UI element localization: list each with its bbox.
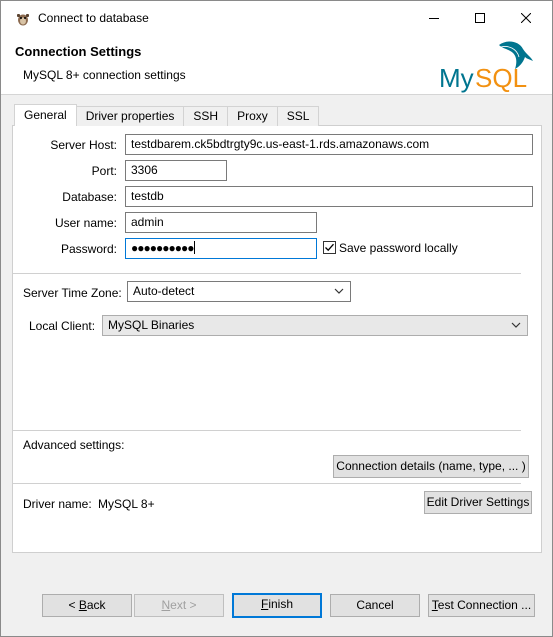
password-input[interactable]: ●●●●●●●●●●: [125, 238, 317, 259]
maximize-icon: [475, 13, 485, 23]
port-input[interactable]: 3306: [125, 160, 227, 181]
advanced-settings-label: Advanced settings:: [23, 438, 125, 452]
driver-name-label: Driver name:: [23, 497, 92, 511]
close-button[interactable]: [503, 1, 549, 35]
window-title: Connect to database: [38, 11, 149, 25]
tab-ssl[interactable]: SSL: [276, 106, 320, 126]
port-label: Port:: [91, 164, 117, 178]
user-name-label: User name:: [54, 216, 117, 230]
dbeaver-app-icon: [17, 14, 29, 26]
divider: [13, 273, 521, 274]
dialog-header: Connection Settings MySQL 8+ connection …: [1, 35, 552, 95]
save-password-label: Save password locally: [339, 241, 458, 255]
mysql-logo: My SQL: [439, 41, 533, 93]
next-mnemonic: N: [161, 598, 171, 612]
title-bar: Connect to database: [1, 1, 552, 35]
divider: [13, 483, 521, 484]
next-rest: ext >: [170, 598, 197, 612]
divider: [13, 430, 521, 431]
finish-button[interactable]: Finish: [232, 593, 322, 618]
svg-text:My: My: [439, 63, 474, 93]
server-time-zone-label: Server Time Zone:: [23, 286, 122, 300]
test-connection-button[interactable]: Test Connection ...: [428, 594, 535, 617]
minimize-icon: [429, 18, 439, 19]
back-button[interactable]: < Back: [42, 594, 132, 617]
local-client-label: Local Client:: [29, 319, 96, 333]
close-icon: [521, 13, 531, 23]
maximize-button[interactable]: [457, 1, 503, 35]
page-title: Connection Settings: [15, 44, 142, 59]
tab-ssh[interactable]: SSH: [183, 106, 229, 126]
general-tab-panel: Server Host: testdbarem.ck5bdtrgty9c.us-…: [12, 125, 542, 553]
test-rest: est Connection ...: [437, 598, 532, 612]
back-prefix: <: [68, 598, 79, 612]
tab-strip: General Driver properties SSH Proxy SSL: [14, 104, 320, 126]
database-input[interactable]: testdb: [125, 186, 533, 207]
user-name-input[interactable]: admin: [125, 212, 317, 233]
password-mask: ●●●●●●●●●●: [131, 241, 194, 255]
finish-rest: inish: [268, 597, 294, 611]
server-time-zone-value: Auto-detect: [133, 284, 195, 298]
cancel-button[interactable]: Cancel: [330, 594, 420, 617]
server-time-zone-select[interactable]: Auto-detect: [127, 281, 351, 302]
tab-proxy[interactable]: Proxy: [227, 106, 278, 126]
back-rest: ack: [86, 598, 106, 612]
chevron-down-icon: [334, 288, 344, 294]
server-host-label: Server Host:: [50, 138, 117, 152]
database-label: Database:: [62, 190, 117, 204]
text-caret: [194, 241, 196, 254]
chevron-down-icon: [511, 322, 521, 328]
save-password-checkbox[interactable]: [323, 241, 336, 254]
local-client-value: MySQL Binaries: [108, 318, 195, 332]
back-mnemonic: B: [78, 598, 87, 612]
password-label: Password:: [60, 242, 117, 256]
svg-text:SQL: SQL: [475, 63, 527, 93]
tab-general[interactable]: General: [14, 104, 77, 126]
minimize-button[interactable]: [411, 1, 457, 35]
driver-name-value: MySQL 8+: [98, 497, 155, 511]
connect-dialog: Connect to database Connection Settings …: [0, 0, 553, 637]
local-client-select[interactable]: MySQL Binaries: [102, 315, 528, 336]
connection-details-button[interactable]: Connection details (name, type, ... ): [333, 455, 529, 478]
server-host-input[interactable]: testdbarem.ck5bdtrgty9c.us-east-1.rds.am…: [125, 134, 533, 155]
next-button[interactable]: Next >: [134, 594, 224, 617]
page-subtitle: MySQL 8+ connection settings: [23, 68, 186, 82]
edit-driver-settings-button[interactable]: Edit Driver Settings: [424, 491, 532, 514]
tab-driver-properties[interactable]: Driver properties: [75, 106, 185, 126]
checkmark-icon: [325, 243, 334, 252]
